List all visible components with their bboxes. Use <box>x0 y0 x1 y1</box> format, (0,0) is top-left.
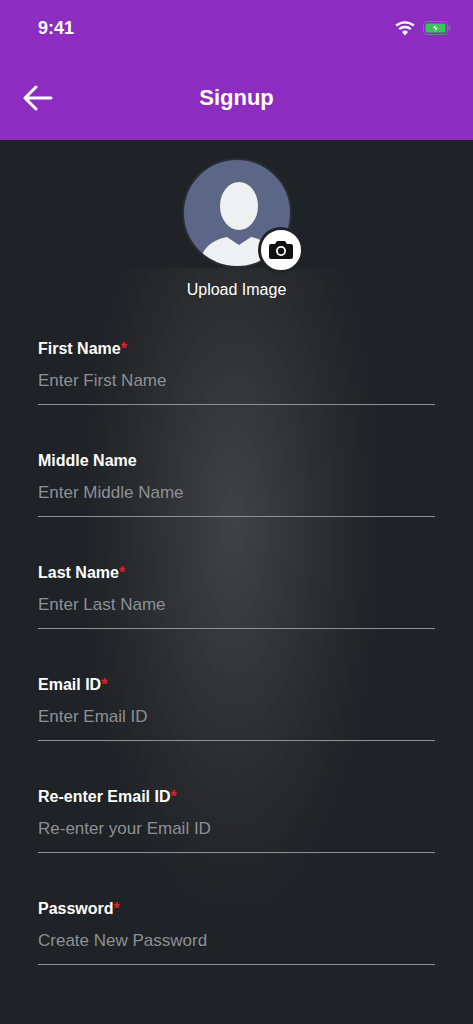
form-field: Email ID* <box>38 675 435 741</box>
field-label-text: Email ID <box>38 676 101 693</box>
field-label-text: Password <box>38 900 114 917</box>
form-field: Re-enter Email ID* <box>38 787 435 853</box>
background-photo <box>88 268 378 908</box>
field-label: Re-enter Email ID* <box>38 787 435 807</box>
avatar-section: Upload Image <box>38 158 435 299</box>
required-mark: * <box>119 564 125 581</box>
text-input[interactable] <box>38 706 435 728</box>
text-input[interactable] <box>38 370 435 392</box>
field-label-text: Last Name <box>38 564 119 581</box>
battery-icon <box>423 21 451 35</box>
form-field: Middle Name <box>38 451 435 517</box>
field-label: Password* <box>38 899 435 919</box>
form-field: Password* <box>38 899 435 965</box>
required-mark: * <box>101 676 107 693</box>
status-time: 9:41 <box>38 19 74 37</box>
signup-form-area: Upload ImageFirst Name*Middle NameLast N… <box>0 140 473 1024</box>
app-bar: 9:41 Signup <box>0 0 473 140</box>
page-title: Signup <box>0 85 473 111</box>
status-bar: 9:41 <box>0 0 473 56</box>
upload-image-label[interactable]: Upload Image <box>187 280 287 299</box>
home-indicator-area <box>0 1005 473 1024</box>
required-mark: * <box>121 340 127 357</box>
status-icons <box>395 21 451 36</box>
field-label: Last Name* <box>38 563 435 583</box>
field-label: Middle Name <box>38 451 435 471</box>
signup-form: Upload ImageFirst Name*Middle NameLast N… <box>0 140 473 1005</box>
required-mark: * <box>170 788 176 805</box>
camera-icon[interactable] <box>258 227 304 273</box>
text-input[interactable] <box>38 594 435 616</box>
form-field: Last Name* <box>38 563 435 629</box>
field-label: Email ID* <box>38 675 435 695</box>
field-label-text: First Name <box>38 340 121 357</box>
text-input[interactable] <box>38 818 435 840</box>
text-input[interactable] <box>38 482 435 504</box>
field-label-text: Re-enter Email ID <box>38 788 170 805</box>
wifi-icon <box>395 21 415 36</box>
required-mark: * <box>114 900 120 917</box>
field-label: First Name* <box>38 339 435 359</box>
form-field: First Name* <box>38 339 435 405</box>
text-input[interactable] <box>38 930 435 952</box>
field-label-text: Middle Name <box>38 452 137 469</box>
back-arrow-icon[interactable] <box>20 80 56 116</box>
header: Signup <box>0 56 473 140</box>
avatar-wrap <box>182 158 292 268</box>
